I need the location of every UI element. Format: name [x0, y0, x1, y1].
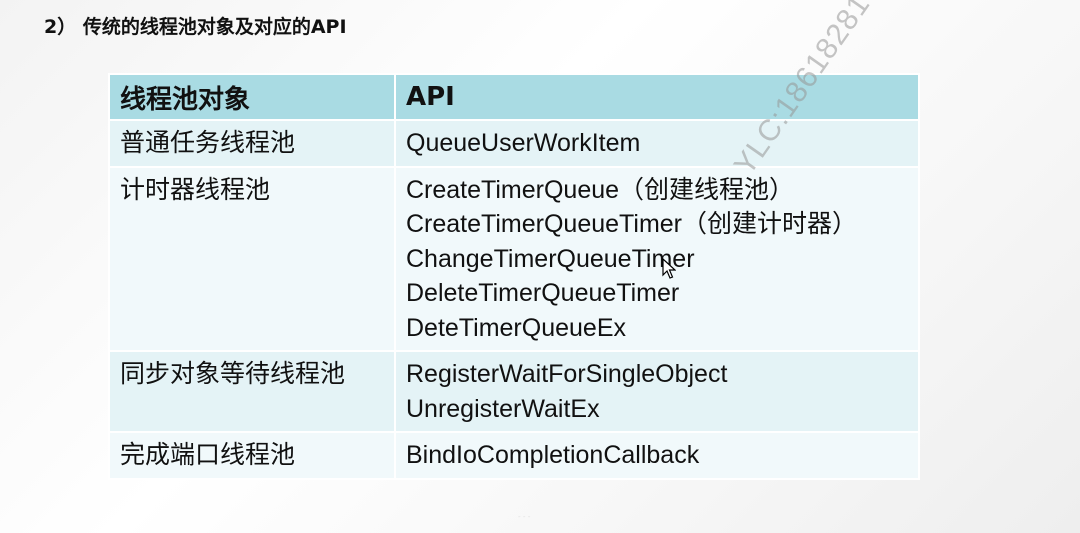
api-name: ChangeTimerQueueTimer [406, 244, 695, 273]
threadpool-api-table: 线程池对象 API 普通任务线程池 QueueUserWorkItem 计时器线… [108, 73, 920, 480]
table-row: 完成端口线程池 BindIoCompletionCallback [108, 431, 920, 480]
column-header-object: 线程池对象 [108, 73, 396, 121]
table-row: 普通任务线程池 QueueUserWorkItem [108, 119, 920, 168]
api-cell: BindIoCompletionCallback [394, 431, 920, 480]
table-header-row: 线程池对象 API [108, 73, 920, 121]
api-name: QueueUserWorkItem [406, 129, 641, 157]
table-row: 同步对象等待线程池 RegisterWaitForSingleObject Un… [108, 350, 920, 433]
api-cell: RegisterWaitForSingleObject UnregisterWa… [394, 350, 920, 433]
api-name: BindIoCompletionCallback [406, 441, 700, 469]
api-name: UnregisterWaitEx [406, 394, 600, 423]
footer-mark: - - - [518, 512, 531, 521]
threadpool-object-cell: 普通任务线程池 [108, 119, 396, 168]
table-row: 计时器线程池 CreateTimerQueue（创建线程池） CreateTim… [108, 165, 920, 352]
mouse-pointer-icon [662, 258, 676, 279]
threadpool-object-cell: 计时器线程池 [108, 165, 396, 352]
column-header-api: API [394, 73, 920, 121]
threadpool-object-cell: 同步对象等待线程池 [108, 350, 396, 433]
api-cell: QueueUserWorkItem [394, 119, 920, 168]
slide-heading: 2） 传统的线程池对象及对应的API [44, 16, 347, 38]
api-name: RegisterWaitForSingleObject [406, 360, 728, 388]
api-name: CreateTimerQueueTimer（创建计时器） [406, 210, 858, 238]
api-name: DeteTimerQueueEx [406, 313, 626, 342]
api-cell: CreateTimerQueue（创建线程池） CreateTimerQueue… [394, 165, 920, 352]
api-name: CreateTimerQueue（创建线程池） [406, 175, 795, 204]
api-name: DeleteTimerQueueTimer [406, 279, 680, 307]
threadpool-object-cell: 完成端口线程池 [108, 431, 396, 480]
